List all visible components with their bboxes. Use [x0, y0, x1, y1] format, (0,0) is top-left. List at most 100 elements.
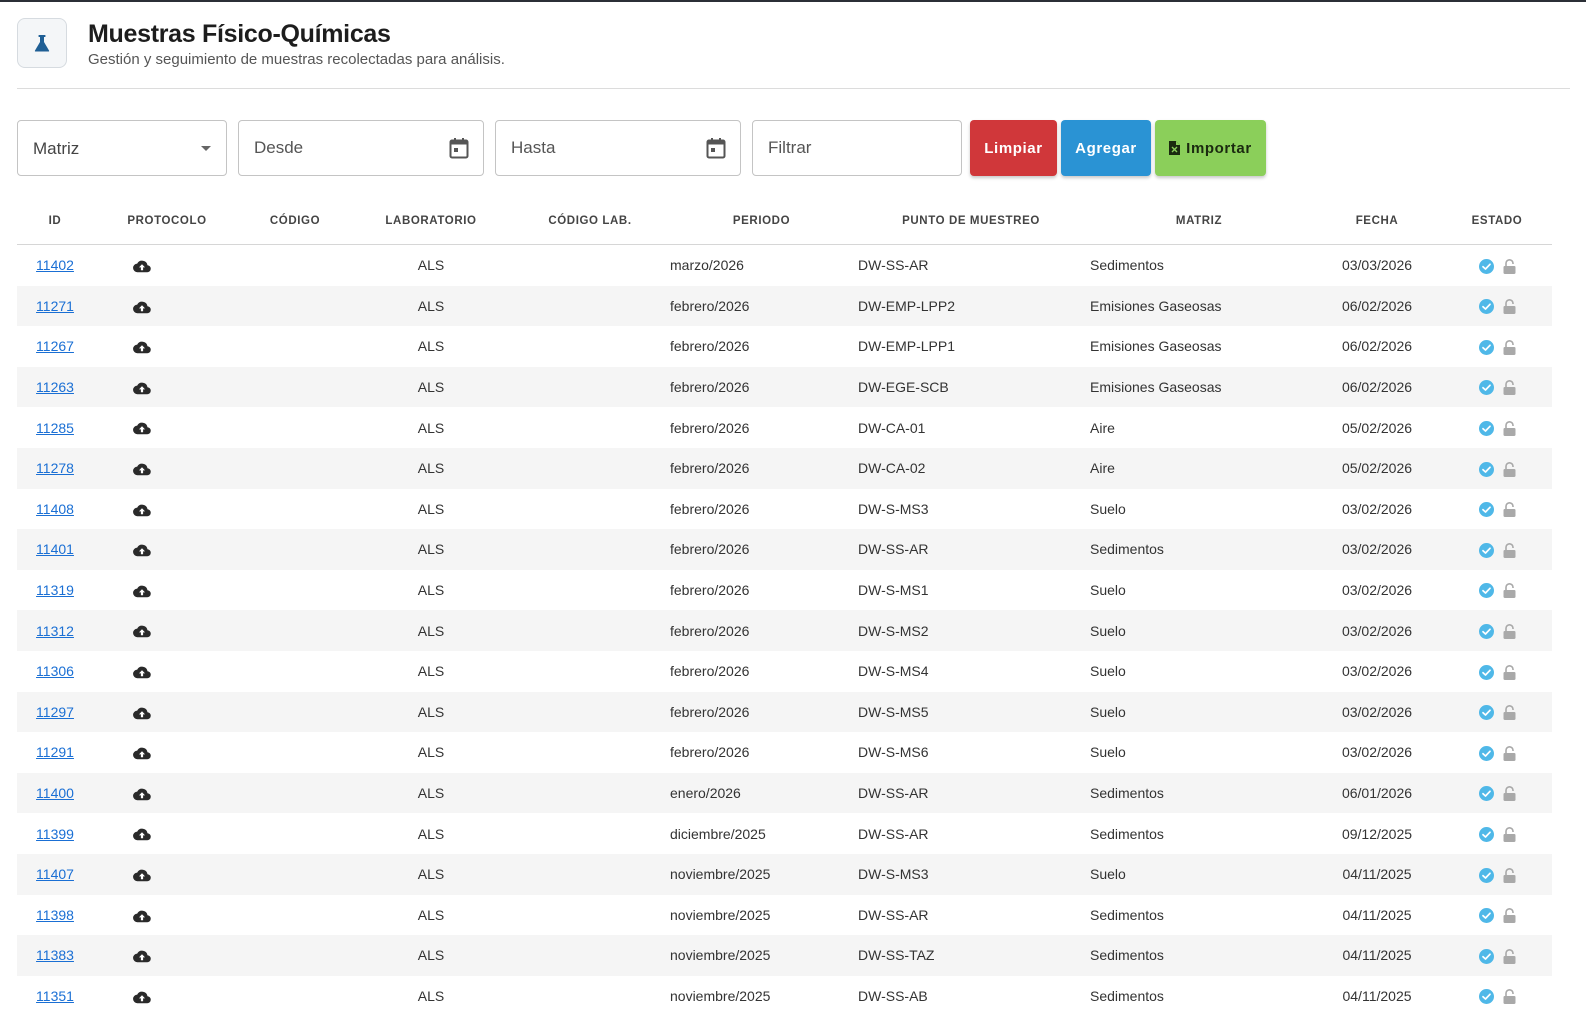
- sample-id-link[interactable]: 11402: [36, 257, 74, 273]
- sample-id-link[interactable]: 11267: [36, 338, 74, 354]
- table-row[interactable]: 11400 ALS enero/2026 DW-SS-AR Sedimentos 06/0…: [17, 772, 1552, 814]
- lock-open-icon[interactable]: [1503, 583, 1516, 599]
- calendar-icon[interactable]: [449, 137, 469, 159]
- lock-open-icon[interactable]: [1503, 867, 1516, 883]
- lock-open-icon[interactable]: [1503, 624, 1516, 640]
- hasta-date-field[interactable]: Hasta: [495, 120, 741, 176]
- agregar-button[interactable]: Agregar: [1061, 120, 1151, 176]
- column-header[interactable]: PERIODO: [667, 197, 856, 245]
- lock-open-icon[interactable]: [1503, 827, 1516, 842]
- column-header[interactable]: LABORATORIO: [349, 197, 513, 245]
- lock-open-icon[interactable]: [1503, 339, 1516, 355]
- sample-id-link[interactable]: 11306: [36, 663, 74, 679]
- sample-id-link[interactable]: 11400: [36, 785, 74, 801]
- limpiar-button[interactable]: Limpiar: [970, 120, 1057, 176]
- cloud-upload-icon[interactable]: [133, 585, 151, 598]
- table-row[interactable]: 11398 ALS noviembre/2025 DW-SS-AR Sedimentos…: [17, 895, 1552, 936]
- table-row[interactable]: 11267 ALS febrero/2026 DW-EMP-LPP1 Emisiones…: [17, 326, 1552, 367]
- table-row[interactable]: 11408 ALS febrero/2026 DW-S-MS3 Suelo 03/02/2…: [17, 489, 1552, 530]
- estado-cell: [1442, 407, 1552, 448]
- matriz-cell: Emisiones Gaseosas: [1086, 366, 1312, 408]
- table-row[interactable]: 11319 ALS febrero/2026 DW-S-MS1 Suelo 03/02/2…: [17, 570, 1552, 611]
- sample-id-link[interactable]: 11407: [36, 866, 74, 882]
- sample-id-link[interactable]: 11278: [36, 460, 74, 476]
- lock-open-icon[interactable]: [1503, 989, 1516, 1005]
- lock-open-icon[interactable]: [1503, 705, 1516, 721]
- table-row[interactable]: 11312 ALS febrero/2026 DW-S-MS2 Suelo 03/02/2…: [17, 610, 1552, 651]
- table-row[interactable]: 11306 ALS febrero/2026 DW-S-MS4 Suelo 03/02/2…: [17, 651, 1552, 692]
- column-header[interactable]: CÓDIGO LAB.: [513, 197, 667, 245]
- cloud-upload-icon[interactable]: [133, 463, 151, 476]
- table-row[interactable]: 11263 ALS febrero/2026 DW-EGE-SCB Emisiones …: [17, 366, 1552, 408]
- estado-icons: [1478, 745, 1516, 761]
- cloud-upload-icon[interactable]: [133, 504, 151, 517]
- cloud-upload-icon[interactable]: [133, 301, 151, 314]
- lock-open-icon[interactable]: [1503, 542, 1516, 558]
- cloud-upload-icon[interactable]: [133, 910, 151, 923]
- table-row[interactable]: 11407 ALS noviembre/2025 DW-S-MS3 Suelo 04/11…: [17, 853, 1552, 895]
- table-row[interactable]: 11402 ALS marzo/2026 DW-SS-AR Sedimentos 03/0…: [17, 245, 1552, 286]
- cloud-upload-icon[interactable]: [133, 707, 151, 720]
- estado-cell: [1442, 935, 1552, 976]
- column-header[interactable]: FECHA: [1312, 197, 1442, 245]
- sample-id-link[interactable]: 11271: [36, 298, 74, 314]
- column-header[interactable]: MATRIZ: [1086, 197, 1312, 245]
- cloud-upload-icon[interactable]: [133, 422, 151, 435]
- table-row[interactable]: 11278 ALS febrero/2026 DW-CA-02 Aire 05/02/20…: [17, 447, 1552, 489]
- table-row[interactable]: 11285 ALS febrero/2026 DW-CA-01 Aire 05/02/20…: [17, 407, 1552, 448]
- column-header[interactable]: ID: [17, 197, 93, 245]
- column-header[interactable]: CÓDIGO: [241, 197, 349, 245]
- sample-id-link[interactable]: 11291: [36, 744, 74, 760]
- table-row[interactable]: 11401 ALS febrero/2026 DW-SS-AR Sedimentos 03…: [17, 529, 1552, 570]
- lock-open-icon[interactable]: [1503, 745, 1516, 761]
- table-row[interactable]: 11271 ALS febrero/2026 DW-EMP-LPP2 Emisiones…: [17, 285, 1552, 327]
- cloud-upload-icon[interactable]: [133, 747, 151, 760]
- sample-id-link[interactable]: 11319: [36, 582, 74, 598]
- column-header[interactable]: PROTOCOLO: [93, 197, 241, 245]
- lock-open-icon[interactable]: [1503, 908, 1516, 924]
- table-row[interactable]: 11399 ALS diciembre/2025 DW-SS-AR Sedimentos…: [17, 813, 1552, 854]
- cloud-upload-icon[interactable]: [133, 382, 151, 395]
- sample-id-link[interactable]: 11399: [36, 826, 74, 842]
- table-row[interactable]: 11297 ALS febrero/2026 DW-S-MS5 Suelo 03/02/2…: [17, 691, 1552, 733]
- sample-id-link[interactable]: 11285: [36, 420, 74, 436]
- cloud-upload-icon[interactable]: [133, 260, 151, 273]
- sample-id-link[interactable]: 11401: [36, 541, 74, 557]
- table-row[interactable]: 11351 ALS noviembre/2025 DW-SS-AB Sedimentos…: [17, 976, 1552, 1010]
- table-row[interactable]: 11291 ALS febrero/2026 DW-S-MS6 Suelo 03/02/2…: [17, 732, 1552, 773]
- lock-open-icon[interactable]: [1503, 502, 1516, 518]
- cloud-upload-icon[interactable]: [133, 950, 151, 963]
- estado-icons: [1478, 542, 1516, 558]
- sample-id-link[interactable]: 11408: [36, 501, 74, 517]
- lock-open-icon[interactable]: [1503, 786, 1516, 802]
- table-row[interactable]: 11383 ALS noviembre/2025 DW-SS-TAZ Sedimento…: [17, 935, 1552, 976]
- cloud-upload-icon[interactable]: [133, 828, 151, 841]
- lock-open-icon[interactable]: [1503, 299, 1516, 315]
- sample-id-link[interactable]: 11312: [36, 623, 74, 639]
- sample-id-link[interactable]: 11351: [36, 988, 74, 1004]
- filtrar-input[interactable]: Filtrar: [752, 120, 962, 176]
- matriz-select[interactable]: Matriz: [17, 120, 227, 176]
- column-header[interactable]: ESTADO: [1442, 197, 1552, 245]
- cloud-upload-icon[interactable]: [133, 625, 151, 638]
- lock-open-icon[interactable]: [1503, 421, 1516, 437]
- sample-id-link[interactable]: 11398: [36, 907, 74, 923]
- sample-id-link[interactable]: 11263: [36, 379, 74, 395]
- cloud-upload-icon[interactable]: [133, 869, 151, 882]
- calendar-icon[interactable]: [706, 137, 726, 159]
- sample-id-link[interactable]: 11297: [36, 704, 74, 720]
- lock-open-icon[interactable]: [1503, 380, 1516, 396]
- lock-open-icon[interactable]: [1503, 258, 1516, 274]
- lock-open-icon[interactable]: [1503, 461, 1516, 477]
- lock-open-icon[interactable]: [1503, 948, 1516, 964]
- cloud-upload-icon[interactable]: [133, 788, 151, 801]
- cloud-upload-icon[interactable]: [133, 666, 151, 679]
- lock-open-icon[interactable]: [1503, 664, 1516, 680]
- cloud-upload-icon[interactable]: [133, 991, 151, 1004]
- column-header[interactable]: PUNTO DE MUESTREO: [856, 197, 1086, 245]
- importar-button[interactable]: Importar: [1155, 120, 1266, 176]
- desde-date-field[interactable]: Desde: [238, 120, 484, 176]
- cloud-upload-icon[interactable]: [133, 341, 151, 354]
- cloud-upload-icon[interactable]: [133, 544, 151, 557]
- sample-id-link[interactable]: 11383: [36, 947, 74, 963]
